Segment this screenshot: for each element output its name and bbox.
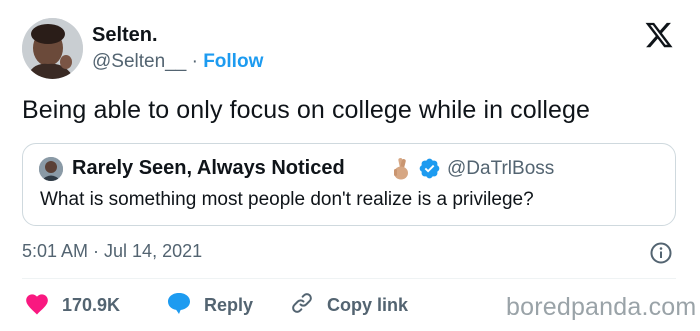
- reply-button[interactable]: Reply: [166, 292, 253, 318]
- heart-icon: [24, 291, 50, 320]
- quoted-tweet-card[interactable]: Rarely Seen, Always Noticed @DaTrlBoss W…: [22, 143, 676, 226]
- author-avatar[interactable]: [22, 18, 83, 79]
- link-icon: [289, 291, 315, 320]
- handle-separator: ·: [191, 51, 198, 72]
- copy-link-button[interactable]: Copy link: [289, 292, 408, 318]
- watermark: boredpanda.com: [506, 293, 697, 321]
- quoted-tweet-text: What is something most people don't real…: [40, 189, 534, 210]
- quoted-author-handle[interactable]: @DaTrlBoss: [447, 158, 554, 180]
- tweet-text: Being able to only focus on college whil…: [22, 96, 591, 124]
- reply-bubble-icon: [166, 291, 192, 320]
- crossed-fingers-emoji-icon: [390, 157, 412, 181]
- action-divider: [22, 278, 676, 279]
- likes-count: 170.9K: [62, 294, 121, 315]
- x-logo-icon[interactable]: [644, 20, 674, 50]
- author-display-name[interactable]: Selten.: [92, 24, 158, 47]
- author-handle-line: @Selten__ · Follow: [92, 51, 263, 73]
- like-button[interactable]: 170.9K: [24, 292, 120, 318]
- verified-badge-icon: [418, 157, 441, 180]
- quoted-author-display-name[interactable]: Rarely Seen, Always Noticed: [72, 157, 345, 180]
- author-handle[interactable]: @Selten__: [92, 51, 186, 72]
- reply-label: Reply: [204, 294, 254, 315]
- info-icon[interactable]: [650, 242, 672, 264]
- follow-button[interactable]: Follow: [203, 51, 263, 72]
- copy-link-label: Copy link: [327, 294, 409, 315]
- tweet-timestamp[interactable]: 5:01 AM · Jul 14, 2021: [22, 241, 202, 262]
- quoted-author-avatar[interactable]: [39, 157, 63, 181]
